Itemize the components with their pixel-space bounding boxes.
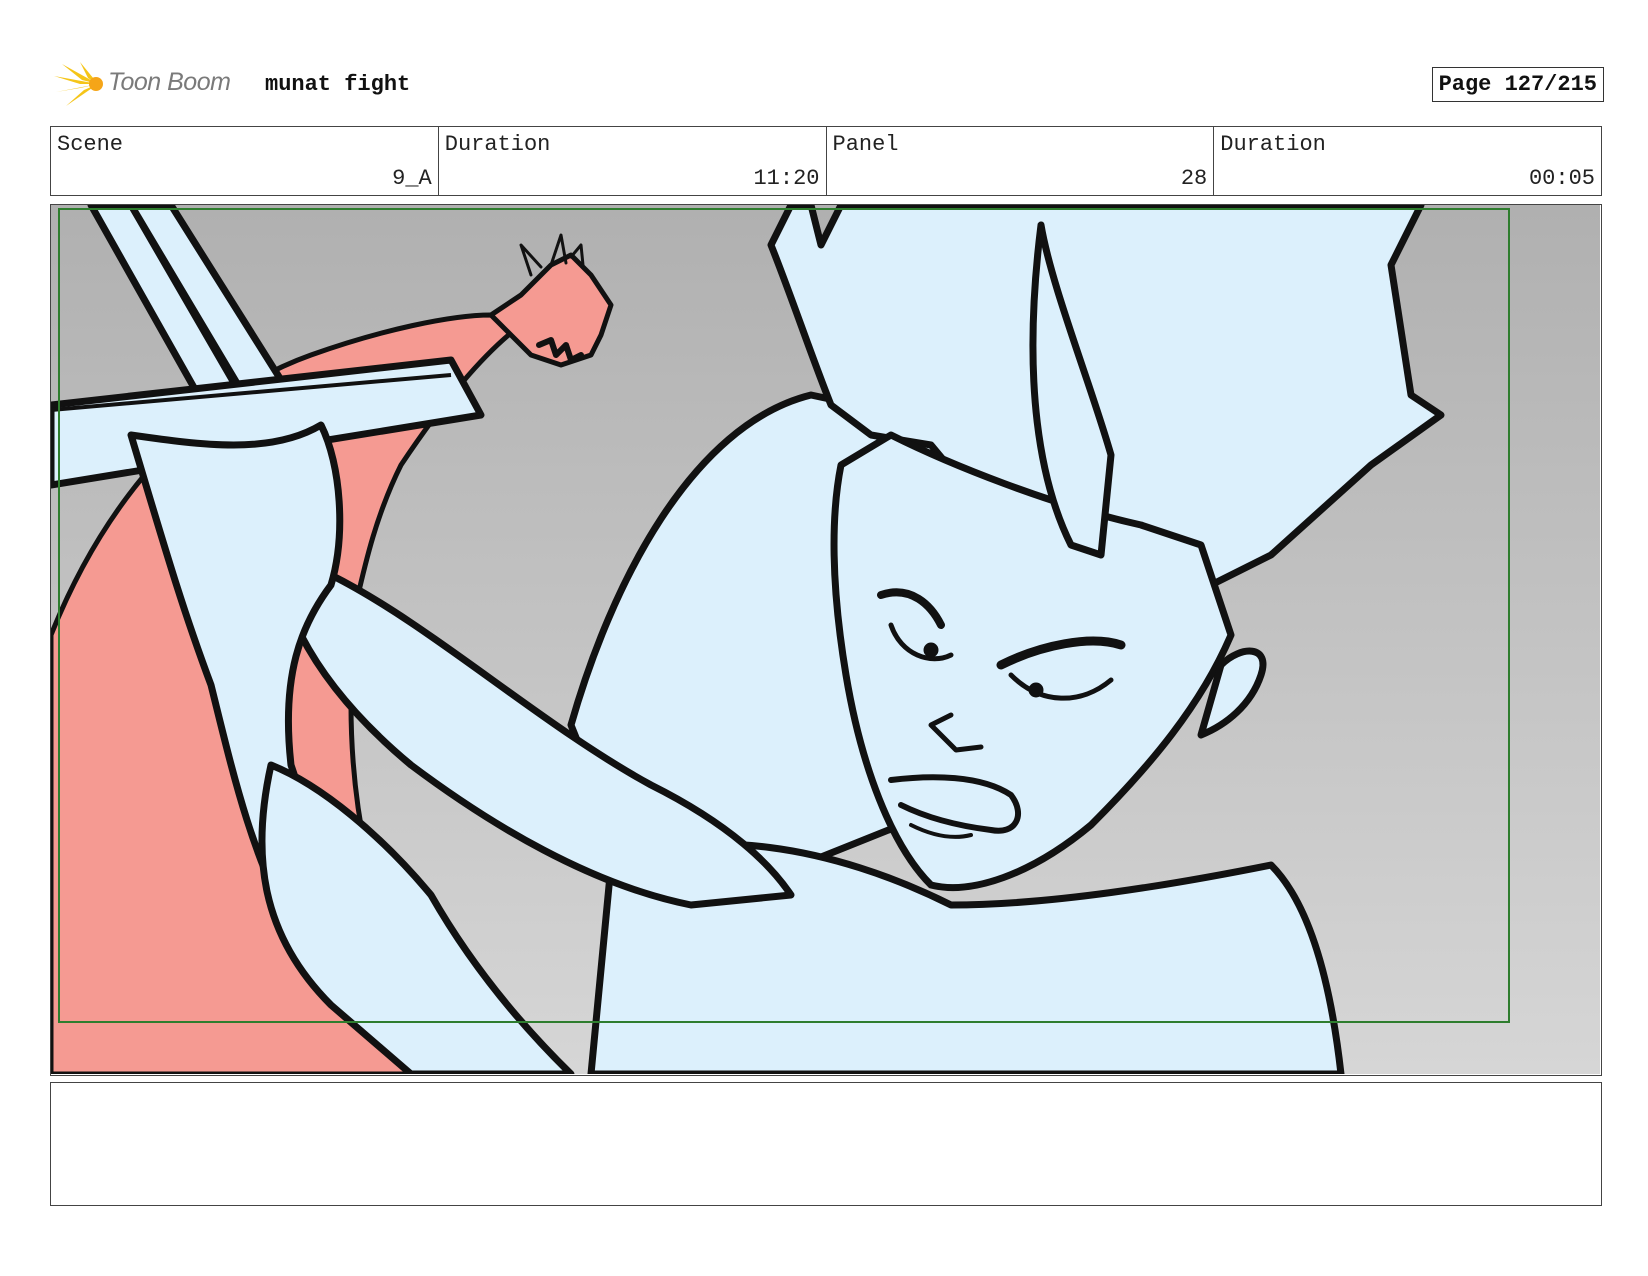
starburst-icon (54, 62, 103, 106)
panel-drawing (51, 205, 1600, 1074)
toon-boom-logo: Toon Boom (52, 60, 252, 108)
panel-duration-label: Duration (1220, 132, 1326, 157)
panel-label: Panel (832, 132, 899, 157)
panel-duration-cell: Duration 00:05 (1214, 127, 1601, 195)
scene-duration-label: Duration (444, 132, 551, 157)
scene-duration-cell: Duration 11:20 (439, 127, 827, 195)
logo-text: Toon Boom (108, 68, 231, 96)
panel-notes (50, 1082, 1602, 1206)
page-number: Page 127/215 (1431, 67, 1604, 102)
scene-value: 9_A (392, 166, 432, 191)
panel-duration-value: 00:05 (1528, 166, 1595, 191)
storyboard-panel (50, 204, 1602, 1076)
scene-duration-value: 11:20 (753, 166, 820, 191)
panel-cell: Panel 28 (827, 127, 1215, 195)
project-title: munat fight (265, 72, 411, 97)
panel-value: 28 (1180, 166, 1208, 191)
scene-cell: Scene 9_A (51, 127, 439, 195)
panel-info-table: Scene 9_A Duration 11:20 Panel 28 Durati… (50, 126, 1602, 196)
scene-label: Scene (57, 132, 124, 157)
page-header: Toon Boom munat fight Page 127/215 (52, 58, 1604, 110)
